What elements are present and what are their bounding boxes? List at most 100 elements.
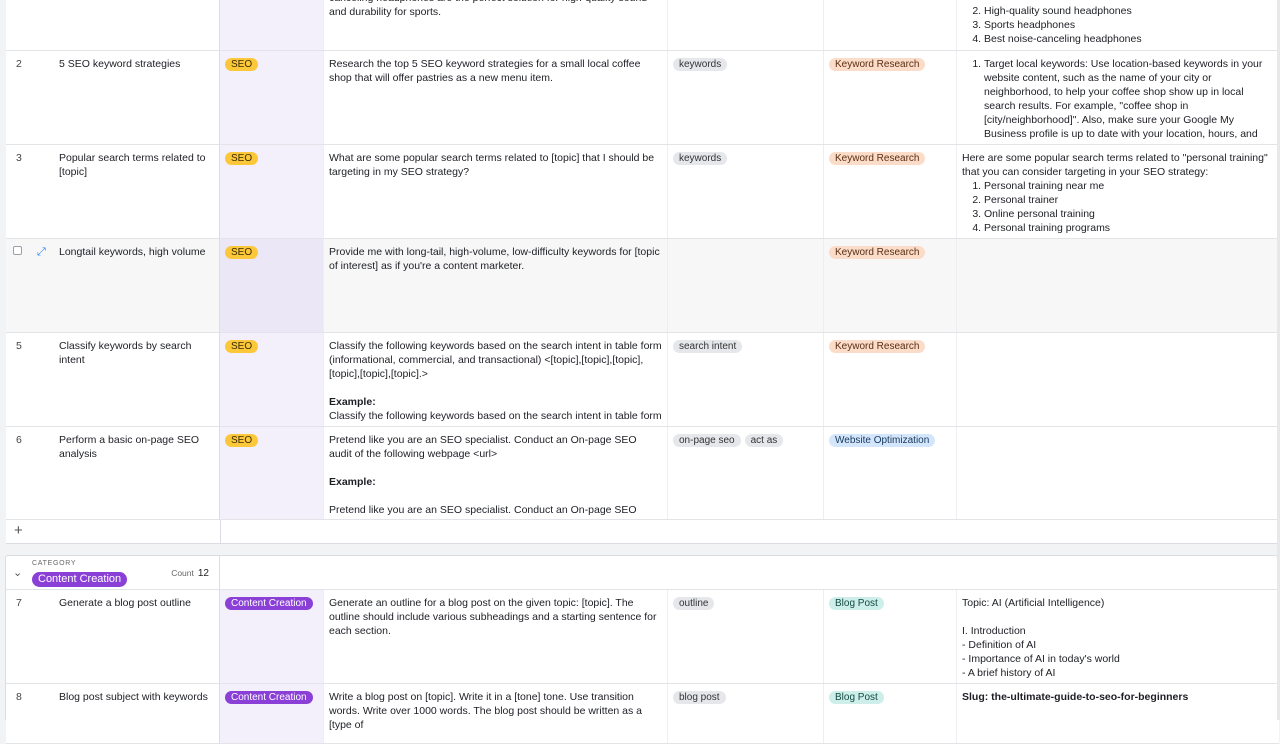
example-cell[interactable]: Target local keywords: Use location-base… — [957, 51, 1279, 144]
category-pill: SEO — [225, 434, 259, 447]
category-cell[interactable]: SEO — [220, 51, 324, 144]
category-cell[interactable]: SEO — [220, 427, 324, 519]
table-row[interactable]: 5 Classify keywords by search intent SEO… — [6, 333, 1279, 427]
tags-cell[interactable]: keywords — [668, 145, 824, 238]
row-number: 7 — [16, 597, 22, 609]
title-cell[interactable]: Blog post subject with keywords — [54, 684, 220, 743]
prompt-cell[interactable]: canceling headphones are the perfect sol… — [324, 0, 668, 50]
tags-cell[interactable]: outline — [668, 590, 824, 683]
example-cell[interactable] — [957, 239, 1279, 332]
tag-pill: blog post — [673, 691, 726, 704]
group-header[interactable]: ⌄ CATEGORY Content Creation Count 12 — [5, 555, 1278, 590]
example-intro: Here are some popular search terms relat… — [962, 152, 1268, 178]
row-checkbox[interactable] — [13, 246, 22, 255]
prompt-cell[interactable]: Provide me with long-tail, high-volume, … — [324, 239, 668, 332]
use-case-cell[interactable]: Keyword Research — [824, 239, 957, 332]
title-cell[interactable]: Generate a blog post outline — [54, 590, 220, 683]
example-item: Sports headphones — [984, 18, 1274, 32]
table-row[interactable]: 2 5 SEO keyword strategies SEO Research … — [6, 51, 1279, 145]
prompt-example-text: Classify the following keywords based on… — [329, 410, 662, 422]
category-cell[interactable]: Content Creation — [220, 590, 324, 683]
example-cell[interactable]: Topic: AI (Artificial Intelligence) I. I… — [957, 590, 1279, 683]
table-row[interactable]: 6 Perform a basic on-page SEO analysis S… — [6, 427, 1279, 520]
title-cell[interactable]: Perform a basic on-page SEO analysis — [54, 427, 220, 519]
table-row[interactable]: 3 Popular search terms related to [topic… — [6, 145, 1279, 239]
category-pill: Content Creation — [225, 691, 313, 704]
example-item: Personal trainer — [984, 193, 1274, 207]
tags-cell[interactable]: blog post — [668, 684, 824, 743]
example-cell[interactable]: High-quality sound headphones Sports hea… — [957, 0, 1279, 50]
title-cell[interactable]: Longtail keywords, high volume — [54, 239, 220, 332]
prompt-example-label: Example: — [329, 476, 376, 488]
tags-cell[interactable]: on-page seo act as — [668, 427, 824, 519]
prompt-text: Classify the following keywords based on… — [329, 340, 662, 380]
tag-pill: keywords — [673, 152, 728, 165]
table-row[interactable]: canceling headphones are the perfect sol… — [6, 0, 1279, 51]
use-case-cell[interactable]: Website Optimization — [824, 427, 957, 519]
example-cell[interactable] — [957, 333, 1279, 426]
example-line: - Definition of AI — [962, 639, 1037, 651]
use-case-cell[interactable]: Keyword Research — [824, 145, 957, 238]
prompt-cell[interactable]: Classify the following keywords based on… — [324, 333, 668, 426]
add-row-button[interactable]: + — [6, 520, 1279, 544]
tag-pill: search intent — [673, 340, 743, 353]
category-pill: SEO — [225, 246, 259, 259]
chevron-down-icon[interactable]: ⌄ — [13, 566, 22, 579]
group-field-label: CATEGORY — [32, 560, 77, 567]
row-number: 6 — [16, 434, 22, 446]
row-number: 3 — [16, 152, 22, 164]
category-cell[interactable]: Content Creation — [220, 684, 324, 743]
title-cell[interactable]: Classify keywords by search intent — [54, 333, 220, 426]
use-case-cell[interactable]: Blog Post — [824, 684, 957, 743]
example-list: Target local keywords: Use location-base… — [962, 57, 1274, 144]
row-number: 8 — [16, 691, 22, 703]
example-item: Target local keywords: Use location-base… — [984, 57, 1274, 144]
use-case-pill: Blog Post — [829, 597, 884, 610]
prompt-cell[interactable]: Generate an outline for a blog post on t… — [324, 590, 668, 683]
example-slug: Slug: the-ultimate-guide-to-seo-for-begi… — [962, 691, 1189, 703]
tag-pill: outline — [673, 597, 715, 610]
title-cell[interactable]: 5 SEO keyword strategies — [54, 51, 220, 144]
example-list: High-quality sound headphones Sports hea… — [962, 4, 1274, 46]
tags-cell[interactable]: keywords — [668, 51, 824, 144]
use-case-cell[interactable]: Keyword Research — [824, 51, 957, 144]
example-item: High-quality sound headphones — [984, 4, 1274, 18]
use-case-pill: Keyword Research — [829, 58, 926, 71]
tag-pill: on-page seo — [673, 434, 741, 447]
use-case-cell[interactable] — [824, 0, 957, 50]
prompt-cell[interactable]: What are some popular search terms relat… — [324, 145, 668, 238]
example-line: I. Introduction — [962, 625, 1026, 637]
title-cell[interactable] — [54, 0, 220, 50]
use-case-pill: Blog Post — [829, 691, 884, 704]
category-pill: Content Creation — [225, 597, 313, 610]
prompt-cell[interactable]: Pretend like you are an SEO specialist. … — [324, 427, 668, 519]
prompt-cell[interactable]: Write a blog post on [topic]. Write it i… — [324, 684, 668, 743]
example-item: Personal training near me — [984, 179, 1274, 193]
prompt-cell[interactable]: Research the top 5 SEO keyword strategie… — [324, 51, 668, 144]
use-case-pill: Keyword Research — [829, 152, 926, 165]
tags-cell[interactable] — [668, 0, 824, 50]
example-cell[interactable] — [957, 427, 1279, 519]
example-line: - A brief history of AI — [962, 667, 1056, 679]
expand-icon[interactable]: ⤢ — [37, 245, 46, 259]
use-case-pill: Keyword Research — [829, 246, 926, 259]
prompt-text: canceling headphones are the perfect sol… — [329, 0, 647, 18]
example-item: Online personal training — [984, 207, 1274, 221]
tags-cell[interactable]: search intent — [668, 333, 824, 426]
use-case-cell[interactable]: Keyword Research — [824, 333, 957, 426]
table-row[interactable]: ⤢ Longtail keywords, high volume SEO Pro… — [6, 239, 1279, 333]
category-cell[interactable] — [220, 0, 324, 50]
category-cell[interactable]: SEO — [220, 239, 324, 332]
use-case-cell[interactable]: Blog Post — [824, 590, 957, 683]
table-row[interactable]: 7 Generate a blog post outline Content C… — [6, 590, 1279, 684]
example-cell[interactable]: Slug: the-ultimate-guide-to-seo-for-begi… — [957, 684, 1279, 743]
plus-icon: + — [14, 522, 23, 539]
prompt-example-label: Example: — [329, 396, 376, 408]
title-cell[interactable]: Popular search terms related to [topic] — [54, 145, 220, 238]
tags-cell[interactable] — [668, 239, 824, 332]
row-number: 2 — [16, 58, 22, 70]
example-cell[interactable]: Here are some popular search terms relat… — [957, 145, 1279, 238]
category-cell[interactable]: SEO — [220, 145, 324, 238]
table-row[interactable]: 8 Blog post subject with keywords Conten… — [6, 684, 1279, 744]
category-cell[interactable]: SEO — [220, 333, 324, 426]
